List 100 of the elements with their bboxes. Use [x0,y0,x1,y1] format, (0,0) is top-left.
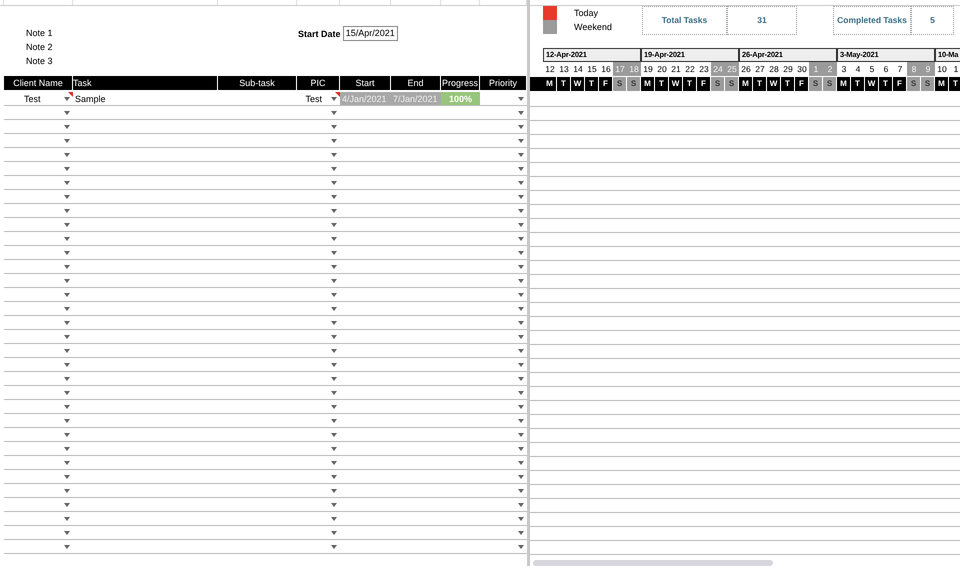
caret-icon[interactable] [518,237,524,241]
caret-icon[interactable] [64,125,70,129]
caret-icon[interactable] [331,349,337,353]
caret-icon[interactable] [518,517,524,521]
caret-icon[interactable] [518,419,524,423]
caret-icon[interactable] [518,97,524,101]
caret-icon[interactable] [518,279,524,283]
caret-icon[interactable] [331,545,337,549]
caret-icon[interactable] [64,195,70,199]
caret-icon[interactable] [64,251,70,255]
caret-icon[interactable] [331,139,337,143]
caret-icon[interactable] [518,307,524,311]
caret-icon[interactable] [331,461,337,465]
caret-icon[interactable] [518,363,524,367]
caret-icon[interactable] [331,447,337,451]
caret-icon[interactable] [518,293,524,297]
caret-icon[interactable] [518,111,524,115]
caret-icon[interactable] [331,125,337,129]
caret-icon[interactable] [64,167,70,171]
caret-icon[interactable] [64,503,70,507]
caret-icon[interactable] [518,461,524,465]
caret-icon[interactable] [64,265,70,269]
caret-icon[interactable] [64,545,70,549]
caret-icon[interactable] [64,349,70,353]
caret-icon[interactable] [331,265,337,269]
caret-icon[interactable] [331,97,337,101]
caret-icon[interactable] [64,447,70,451]
caret-icon[interactable] [64,517,70,521]
caret-icon[interactable] [331,391,337,395]
caret-icon[interactable] [64,237,70,241]
caret-icon[interactable] [518,139,524,143]
caret-icon[interactable] [331,167,337,171]
caret-icon[interactable] [518,223,524,227]
caret-icon[interactable] [518,251,524,255]
caret-icon[interactable] [64,293,70,297]
caret-icon[interactable] [518,335,524,339]
caret-icon[interactable] [331,335,337,339]
caret-icon[interactable] [64,475,70,479]
caret-icon[interactable] [331,251,337,255]
caret-icon[interactable] [518,153,524,157]
caret-icon[interactable] [518,391,524,395]
caret-icon[interactable] [331,209,337,213]
caret-icon[interactable] [331,433,337,437]
caret-icon[interactable] [518,503,524,507]
caret-icon[interactable] [518,433,524,437]
caret-icon[interactable] [331,223,337,227]
caret-icon[interactable] [331,405,337,409]
caret-icon[interactable] [518,195,524,199]
caret-icon[interactable] [64,419,70,423]
caret-icon[interactable] [64,321,70,325]
caret-icon[interactable] [64,223,70,227]
caret-icon[interactable] [518,489,524,493]
caret-icon[interactable] [518,377,524,381]
caret-icon[interactable] [518,531,524,535]
caret-icon[interactable] [64,139,70,143]
caret-icon[interactable] [64,279,70,283]
caret-icon[interactable] [64,405,70,409]
caret-icon[interactable] [331,321,337,325]
scrollbar-thumb[interactable] [533,560,773,566]
caret-icon[interactable] [518,545,524,549]
caret-icon[interactable] [331,377,337,381]
caret-icon[interactable] [518,321,524,325]
caret-icon[interactable] [64,363,70,367]
caret-icon[interactable] [64,335,70,339]
caret-icon[interactable] [331,153,337,157]
caret-icon[interactable] [518,265,524,269]
caret-icon[interactable] [518,125,524,129]
caret-icon[interactable] [64,391,70,395]
caret-icon[interactable] [331,419,337,423]
caret-icon[interactable] [331,181,337,185]
caret-icon[interactable] [518,475,524,479]
caret-icon[interactable] [64,531,70,535]
caret-icon[interactable] [64,489,70,493]
date-field[interactable]: 15/Apr/2021 [342,26,398,41]
caret-icon[interactable] [64,461,70,465]
caret-icon[interactable] [64,97,70,101]
caret-icon[interactable] [64,307,70,311]
caret-icon[interactable] [331,237,337,241]
caret-icon[interactable] [64,153,70,157]
caret-icon[interactable] [518,349,524,353]
caret-icon[interactable] [331,475,337,479]
caret-icon[interactable] [518,209,524,213]
caret-icon[interactable] [64,209,70,213]
caret-icon[interactable] [331,363,337,367]
caret-icon[interactable] [331,293,337,297]
caret-icon[interactable] [518,181,524,185]
caret-icon[interactable] [64,377,70,381]
caret-icon[interactable] [331,503,337,507]
caret-icon[interactable] [331,517,337,521]
caret-icon[interactable] [331,489,337,493]
caret-icon[interactable] [64,433,70,437]
caret-icon[interactable] [331,111,337,115]
caret-icon[interactable] [331,195,337,199]
caret-icon[interactable] [518,447,524,451]
caret-icon[interactable] [64,181,70,185]
caret-icon[interactable] [331,307,337,311]
caret-icon[interactable] [331,531,337,535]
caret-icon[interactable] [331,279,337,283]
caret-icon[interactable] [518,167,524,171]
caret-icon[interactable] [64,111,70,115]
